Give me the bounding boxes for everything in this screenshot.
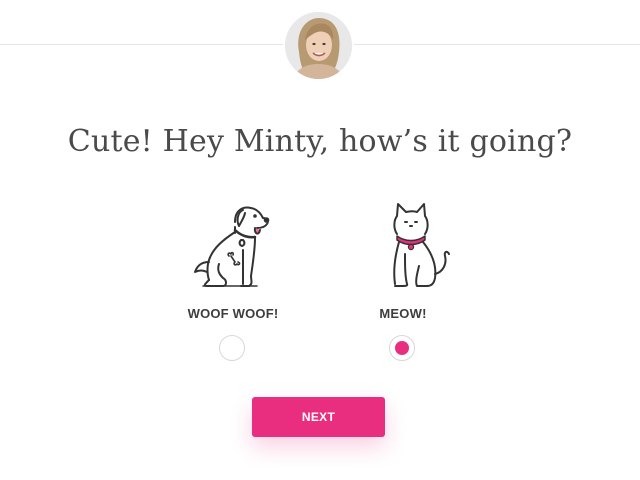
user-avatar bbox=[285, 12, 352, 79]
option-cat-radio[interactable] bbox=[389, 335, 415, 361]
radio-selected-dot bbox=[395, 341, 409, 355]
option-cat[interactable]: MEOW! bbox=[333, 200, 473, 370]
dog-icon bbox=[194, 206, 270, 287]
option-dog-label: WOOF WOOF! bbox=[187, 306, 279, 321]
cat-icon bbox=[393, 203, 450, 287]
option-cat-label: MEOW! bbox=[379, 306, 427, 321]
option-dog-radio[interactable] bbox=[219, 335, 245, 361]
user-portrait-icon bbox=[285, 12, 352, 79]
option-dog[interactable]: WOOF WOOF! bbox=[163, 200, 303, 370]
next-button[interactable]: NEXT bbox=[252, 397, 385, 437]
page-title: Cute! Hey Minty, how’s it going? bbox=[67, 124, 573, 159]
